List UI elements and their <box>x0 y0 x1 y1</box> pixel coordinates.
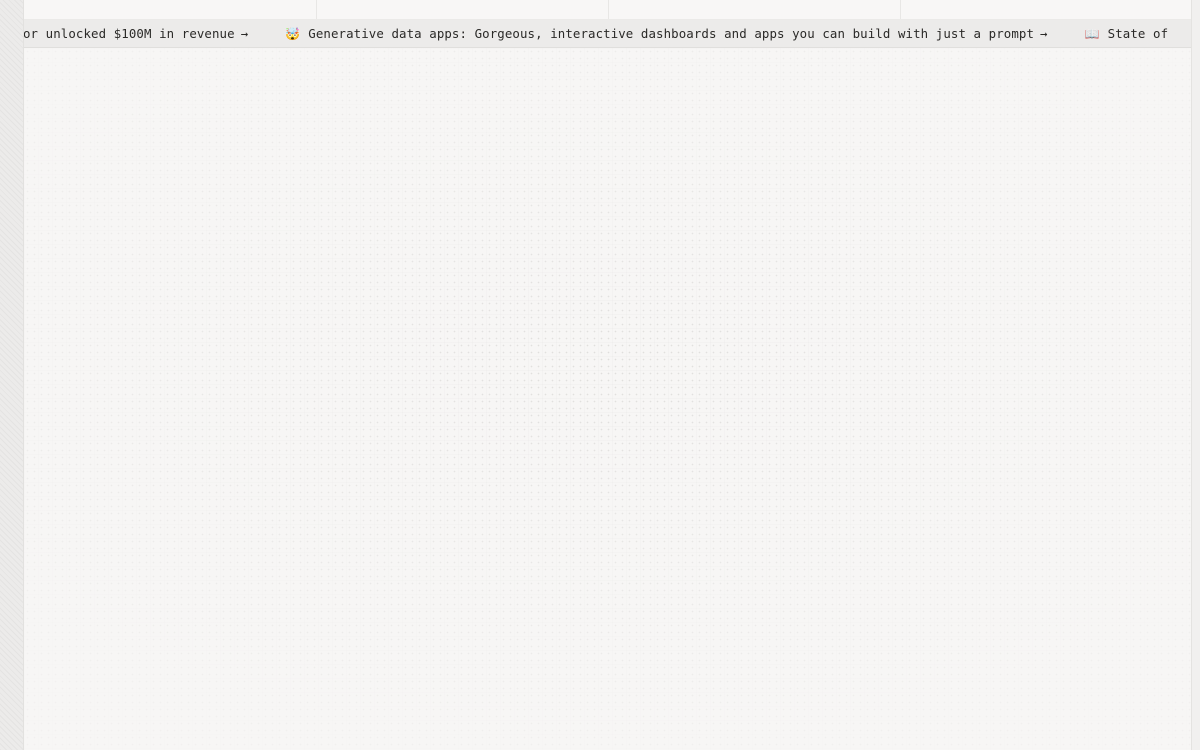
arrow-right-icon: → <box>1040 26 1048 41</box>
ticker-item-text: Generative data apps: Gorgeous, interact… <box>308 26 1035 41</box>
ticker-item-text: or unlocked $100M in revenue <box>24 26 235 41</box>
ticker-track: or unlocked $100M in revenue → 🤯 Generat… <box>24 20 1192 47</box>
book-emoji-icon: 📖 <box>1084 26 1100 41</box>
ticker-item-revenue[interactable]: or unlocked $100M in revenue → <box>24 26 248 41</box>
left-gutter <box>0 0 24 750</box>
canvas-fade <box>24 48 1192 750</box>
ticker-item-state-of[interactable]: 📖 State of <box>1085 26 1169 41</box>
ticker-item-generative-data-apps[interactable]: 🤯 Generative data apps: Gorgeous, intera… <box>285 26 1047 41</box>
dotted-canvas <box>24 48 1192 750</box>
mind-blown-emoji-icon: 🤯 <box>285 26 301 41</box>
ticker-item-text: State of <box>1107 26 1169 41</box>
right-gutter <box>1191 0 1200 750</box>
arrow-right-icon: → <box>240 26 249 41</box>
column-divider <box>316 0 317 19</box>
column-divider <box>608 0 609 19</box>
page: or unlocked $100M in revenue → 🤯 Generat… <box>0 0 1200 750</box>
announcement-ticker: or unlocked $100M in revenue → 🤯 Generat… <box>24 20 1192 48</box>
column-divider <box>900 0 901 19</box>
top-strip <box>24 0 1192 20</box>
